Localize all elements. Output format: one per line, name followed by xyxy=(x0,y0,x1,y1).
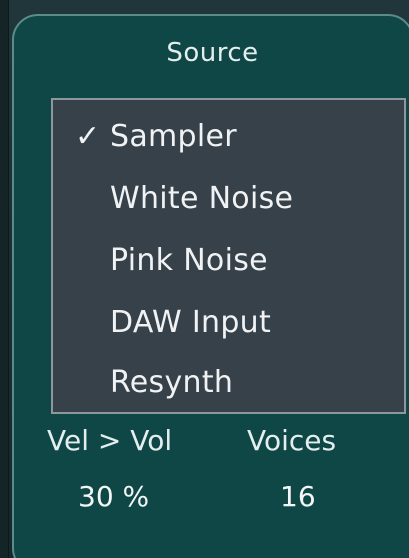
voices-label: Voices xyxy=(247,424,337,457)
source-dropdown-menu: ✓ Sampler White Noise Pink Noise DAW Inp… xyxy=(51,98,406,414)
menu-item-white-noise[interactable]: White Noise xyxy=(53,175,404,223)
menu-item-resynth[interactable]: Resynth xyxy=(53,359,404,407)
menu-item-label: Pink Noise xyxy=(110,243,268,278)
synth-source-view: Source ✓ Sampler White Noise Pink Noise … xyxy=(0,0,409,558)
panel-title: Source xyxy=(166,38,259,68)
menu-item-label: Sampler xyxy=(110,119,237,154)
checkmark-icon: ✓ xyxy=(75,119,101,154)
voices-value[interactable]: 16 xyxy=(280,480,316,513)
menu-item-label: White Noise xyxy=(110,181,294,216)
menu-item-sampler[interactable]: ✓ Sampler xyxy=(53,113,404,161)
menu-item-daw-input[interactable]: DAW Input xyxy=(53,299,404,347)
menu-item-pink-noise[interactable]: Pink Noise xyxy=(53,237,404,285)
vel-vol-value[interactable]: 30 % xyxy=(78,480,149,513)
menu-item-label: DAW Input xyxy=(110,305,272,340)
menu-item-label: Resynth xyxy=(110,365,234,400)
vel-vol-label: Vel > Vol xyxy=(47,424,173,457)
left-edge-divider xyxy=(0,0,9,558)
